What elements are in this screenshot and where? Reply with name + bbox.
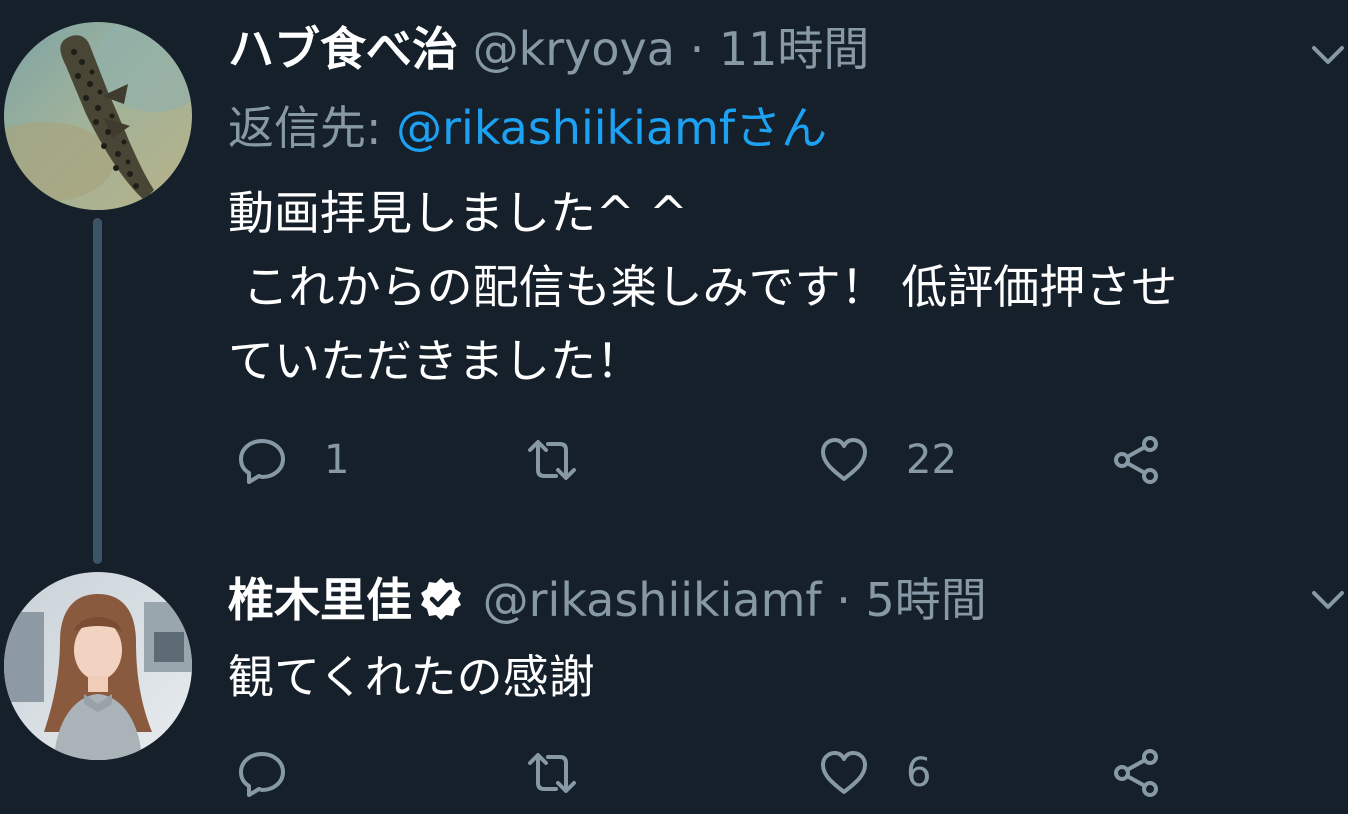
woman-photo-avatar	[4, 572, 192, 760]
thread-line	[93, 218, 102, 564]
reply-to-line: 返信先: @rikashiikiamfさん	[228, 100, 827, 156]
reply-icon	[239, 439, 285, 484]
tweet-text-line: 動画拝見しました^ ^	[228, 186, 688, 240]
share-button[interactable]	[1108, 432, 1164, 488]
tweet-text-line: 観てくれたの感謝	[228, 650, 595, 704]
verified-badge-icon	[421, 578, 461, 620]
share-icon	[1114, 749, 1158, 797]
tweet[interactable]: ハブ食べ治 @kryoya · 11時間 返信先: @rikashiikiamf…	[0, 0, 1348, 564]
reply-to-mention-link[interactable]: @rikashiikiamfさん	[396, 101, 827, 155]
tweet-text: 動画拝見しました^ ^ これからの配信も楽しみです！ 低評価押させ ていただきま…	[228, 176, 1328, 398]
pufferfish-photo-avatar	[4, 22, 192, 210]
separator: ·	[689, 22, 705, 76]
action-bar: 1 22	[234, 432, 1174, 488]
heart-icon	[821, 751, 867, 794]
like-button[interactable]: 6	[816, 745, 931, 801]
timestamp[interactable]: 5時間	[866, 573, 987, 627]
tweet[interactable]: 椎木里佳 @rikashiikiamf · 5時間 観てくれたの感謝 6	[0, 560, 1348, 814]
heart-icon	[821, 438, 867, 481]
timestamp[interactable]: 11時間	[719, 22, 870, 76]
reply-to-label: 返信先:	[228, 101, 382, 155]
share-button[interactable]	[1108, 745, 1164, 801]
reply-count: 1	[324, 437, 350, 483]
tweet-text-line: ていただきました！	[228, 334, 642, 388]
tweet-text-line: これからの配信も楽しみです！ 低評価押させ	[228, 260, 1178, 314]
reply-button[interactable]: 1	[234, 432, 349, 488]
user-handle[interactable]: @kryoya	[473, 22, 675, 76]
chevron-down-icon[interactable]	[1308, 40, 1348, 68]
reply-icon	[239, 752, 285, 797]
retweet-button[interactable]	[524, 745, 614, 801]
retweet-icon	[528, 440, 576, 480]
retweet-icon	[528, 753, 576, 793]
action-bar: 6	[234, 745, 1174, 801]
like-count: 22	[906, 437, 957, 483]
display-name[interactable]: ハブ食べ治	[228, 22, 458, 76]
reply-button[interactable]	[234, 745, 324, 801]
like-count: 6	[906, 750, 932, 796]
tweet-header: ハブ食べ治 @kryoya · 11時間	[228, 21, 869, 77]
avatar[interactable]	[4, 572, 192, 760]
user-handle[interactable]: @rikashiikiamf	[483, 573, 822, 627]
separator: ·	[836, 573, 851, 627]
tweet-text: 観てくれたの感謝	[228, 640, 1328, 714]
chevron-down-icon[interactable]	[1308, 585, 1348, 613]
like-button[interactable]: 22	[816, 432, 957, 488]
avatar[interactable]	[4, 22, 192, 210]
retweet-button[interactable]	[524, 432, 614, 488]
tweet-header: 椎木里佳 @rikashiikiamf · 5時間	[228, 572, 987, 628]
share-icon	[1114, 436, 1158, 484]
display-name[interactable]: 椎木里佳	[228, 573, 412, 627]
